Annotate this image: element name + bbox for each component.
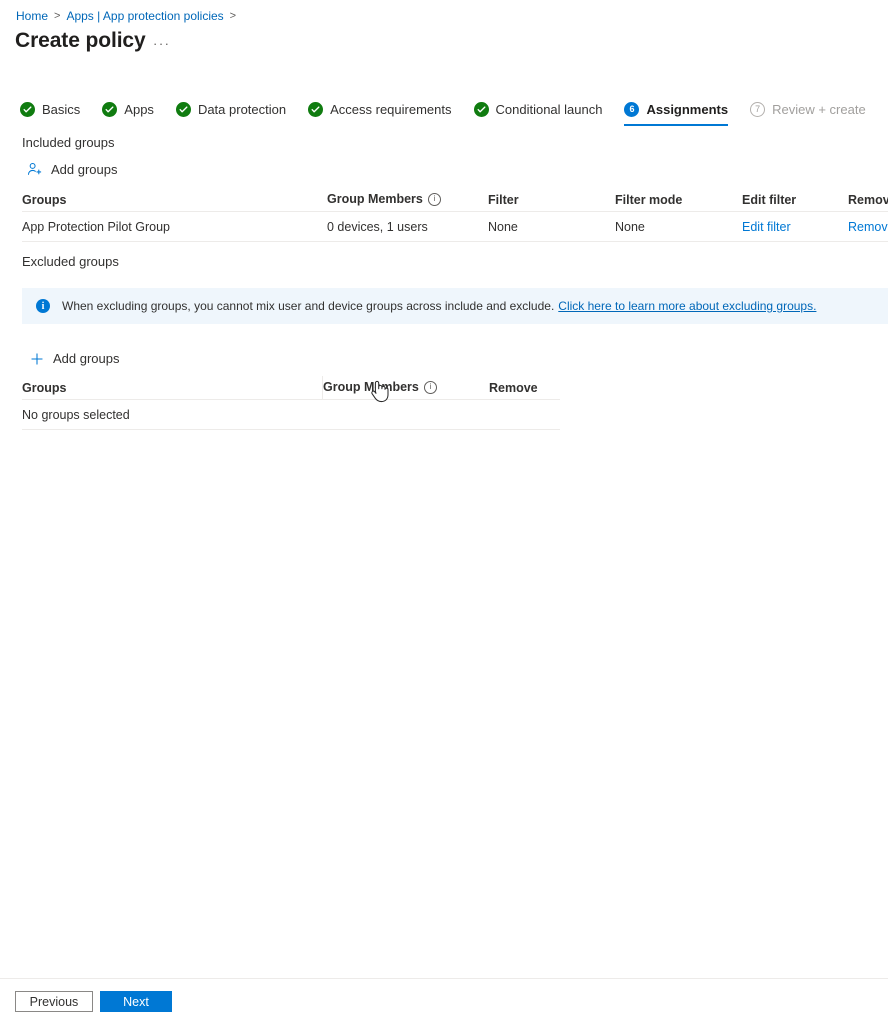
column-header-remove: Remove [848,193,888,207]
person-add-icon [26,161,43,178]
column-header-filter: Filter [488,193,615,207]
check-circle-icon [102,102,117,117]
wizard-step-label: Access requirements [330,102,451,117]
cell-group-name: App Protection Pilot Group [22,220,327,234]
step-number-badge: 6 [624,102,639,117]
breadcrumb-separator: > [54,10,60,22]
column-header-filter-mode: Filter mode [615,193,742,207]
next-button[interactable]: Next [100,991,172,1012]
wizard-step-apps[interactable]: Apps [102,98,154,126]
cell-remove-link[interactable]: Remove [848,220,888,234]
cell-filter: None [488,220,615,234]
add-groups-label: Add groups [51,162,118,177]
table-header-row: Groups Group Members i Filter Filter mode… [22,188,888,212]
cell-filter-mode: None [615,220,742,234]
learn-more-link[interactable]: Click here to learn more about excluding… [558,299,816,313]
cell-group-members: 0 devices, 1 users [327,220,488,234]
column-header-edit-filter: Edit filter [742,193,848,207]
wizard-step-data-protection[interactable]: Data protection [176,98,286,126]
wizard-step-label: Review + create [772,102,866,117]
column-header-groups: Groups [22,193,327,207]
empty-state-text: No groups selected [22,408,323,422]
breadcrumb-separator-2: > [230,10,236,22]
included-groups-label: Included groups [22,135,115,150]
check-circle-icon [308,102,323,117]
breadcrumb-item-home[interactable]: Home [16,9,48,23]
excluded-groups-label: Excluded groups [22,254,119,269]
banner-text: When excluding groups, you cannot mix us… [62,299,554,313]
breadcrumb-item-app-protection-policies[interactable]: Apps | App protection policies [66,9,223,23]
wizard-step-access-requirements[interactable]: Access requirements [308,98,451,126]
column-header-remove: Remove [489,381,559,395]
wizard-steps: Basics Apps Data protection Access requi… [20,98,888,126]
plus-icon [28,350,45,367]
info-icon[interactable]: i [424,381,437,394]
column-header-group-members: Group Members i [327,192,488,206]
table-empty-row: No groups selected [22,400,560,430]
wizard-step-label: Basics [42,102,80,117]
wizard-footer: Previous Next [0,979,888,1024]
wizard-step-assignments[interactable]: 6 Assignments [624,98,728,126]
page-title: Create policy [15,29,146,53]
wizard-step-conditional-launch[interactable]: Conditional launch [474,98,603,126]
add-groups-label: Add groups [53,351,120,366]
wizard-step-label: Apps [124,102,154,117]
active-step-underline [624,124,728,126]
excluded-groups-table: Groups Group Members i Remove No groups s… [22,376,582,430]
breadcrumb: Home > Apps | App protection policies > [16,9,242,23]
info-icon: i [36,299,50,313]
info-icon[interactable]: i [428,193,441,206]
included-groups-table: Groups Group Members i Filter Filter mode… [22,188,888,242]
check-circle-icon [474,102,489,117]
cell-edit-filter-link[interactable]: Edit filter [742,220,848,234]
add-groups-excluded-button[interactable]: Add groups [28,350,120,367]
table-row: App Protection Pilot Group 0 devices, 1 … [22,212,888,242]
column-header-groups: Groups [22,376,323,400]
column-header-group-members-text: Group Members [323,380,419,394]
check-circle-icon [20,102,35,117]
more-options-icon[interactable]: ··· [153,36,171,51]
wizard-step-basics[interactable]: Basics [20,98,80,126]
wizard-step-label: Assignments [646,102,728,117]
step-number-badge: 7 [750,102,765,117]
check-circle-icon [176,102,191,117]
wizard-step-label: Conditional launch [496,102,603,117]
column-header-group-members-text: Group Members [327,192,423,206]
wizard-step-review-create[interactable]: 7 Review + create [750,98,866,126]
edit-filter-link[interactable]: Edit filter [742,220,791,234]
add-groups-included-button[interactable]: Add groups [26,161,118,178]
exclude-groups-info-banner: i When excluding groups, you cannot mix … [22,288,888,324]
remove-link[interactable]: Remove [848,220,888,234]
column-header-group-members: Group Members i [323,380,489,394]
wizard-step-label: Data protection [198,102,286,117]
table-header-row: Groups Group Members i Remove [22,376,560,400]
previous-button[interactable]: Previous [15,991,93,1012]
